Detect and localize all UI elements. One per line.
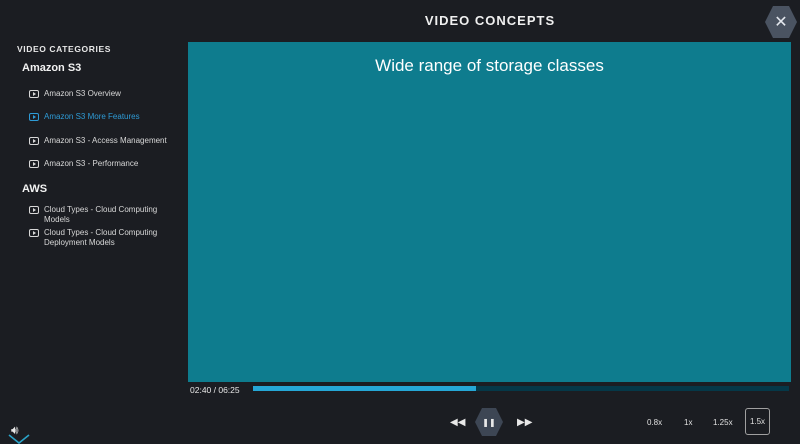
video-item-label: Cloud Types - Cloud Computing Models [44, 205, 158, 224]
video-item-label: Amazon S3 - Performance [44, 159, 139, 168]
close-icon: ✕ [774, 14, 788, 31]
chevron-down-icon[interactable] [7, 434, 31, 444]
progress-bar[interactable] [253, 386, 789, 391]
video-item-s3-more-features[interactable]: Amazon S3 More Features [29, 112, 179, 122]
pause-icon: ❚❚ [482, 417, 496, 427]
video-item-label: Amazon S3 Overview [44, 89, 121, 98]
speed-0-8x[interactable]: 0.8x [647, 418, 662, 427]
video-item-label: Amazon S3 - Access Management [44, 136, 167, 145]
play-icon [29, 206, 39, 214]
video-item-cloud-computing-models[interactable]: Cloud Types - Cloud Computing Models [29, 205, 179, 225]
video-item-label: Cloud Types - Cloud Computing Deployment… [44, 228, 158, 247]
video-item-s3-access-management[interactable]: Amazon S3 - Access Management [29, 136, 179, 146]
rewind-icon: ◀◀ [450, 417, 466, 428]
timebar: 02:40 / 06:25 [188, 382, 791, 396]
page-title: VIDEO CONCEPTS [424, 13, 556, 28]
video-item-label: Amazon S3 More Features [44, 112, 140, 121]
play-icon [29, 229, 39, 237]
rewind-button[interactable]: ◀◀ [450, 417, 465, 428]
speed-1-5x[interactable]: 1.5x [745, 408, 770, 435]
slide-text: Wide range of storage classes [375, 56, 604, 75]
play-icon [29, 113, 39, 121]
time-readout: 02:40 / 06:25 [190, 385, 240, 395]
video-item-s3-overview[interactable]: Amazon S3 Overview [29, 89, 179, 99]
progress-fill [253, 386, 476, 391]
categories-heading: VIDEO CATEGORIES [17, 44, 111, 54]
pause-button[interactable]: ❚❚ [475, 408, 503, 436]
forward-button[interactable]: ▶▶ [517, 417, 532, 428]
play-icon [29, 160, 39, 168]
group-title-aws: AWS [22, 183, 48, 195]
fast-forward-icon: ▶▶ [517, 417, 533, 428]
video-item-cloud-deployment-models[interactable]: Cloud Types - Cloud Computing Deployment… [29, 228, 179, 248]
speed-1-25x[interactable]: 1.25x [713, 418, 733, 427]
play-icon [29, 137, 39, 145]
group-title-amazon-s3: Amazon S3 [22, 62, 82, 74]
speed-1x[interactable]: 1x [684, 418, 692, 427]
play-icon [29, 90, 39, 98]
video-player[interactable]: Wide range of storage classes [188, 42, 791, 382]
close-button[interactable]: ✕ [765, 6, 797, 38]
video-item-s3-performance[interactable]: Amazon S3 - Performance [29, 159, 179, 169]
